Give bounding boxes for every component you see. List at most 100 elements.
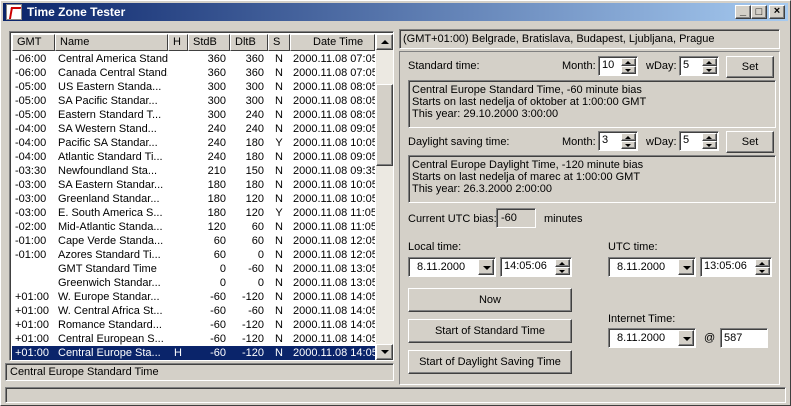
row-dltb: 0 bbox=[257, 277, 264, 289]
table-row[interactable]: -03:00 E. South America S... 180 120 Y 2000.1… bbox=[12, 206, 375, 220]
table-row[interactable]: -04:00 Atlantic Standard Ti... 240 180 N 2000… bbox=[12, 150, 375, 164]
internet-date-picker[interactable]: 8.11.2000 bbox=[608, 328, 696, 348]
timezone-list[interactable]: GMT Name H StdB DltB S Date Time -06:00 C… bbox=[9, 31, 394, 361]
now-button[interactable]: Now bbox=[408, 288, 572, 312]
spin-down-button[interactable] bbox=[702, 66, 717, 74]
utc-date-picker[interactable]: 8.11.2000 bbox=[608, 257, 696, 277]
close-button[interactable]: × bbox=[769, 5, 785, 19]
row-dltb: 120 bbox=[245, 207, 264, 219]
row-gmt: -04:00 bbox=[15, 151, 47, 163]
utc-time-value: 13:05:06 bbox=[704, 260, 747, 272]
dropdown-button[interactable] bbox=[478, 259, 494, 275]
table-row[interactable]: -05:00 Eastern Standard T... 300 240 N 2000.1… bbox=[12, 108, 375, 122]
dropdown-button[interactable] bbox=[678, 259, 694, 275]
table-row[interactable]: -06:00 Central America Stand... 360 360 N 200… bbox=[12, 52, 375, 66]
table-row[interactable]: -04:00 Pacific SA Standar... 240 180 Y 2000.1… bbox=[12, 136, 375, 150]
column-header-h[interactable]: H bbox=[168, 34, 188, 51]
column-header-datetime[interactable]: Date Time bbox=[290, 34, 375, 51]
minimize-button[interactable]: _ bbox=[735, 5, 751, 19]
table-row[interactable]: Greenwich Standar... 0 0 N 2000.11.08 13:05 bbox=[12, 276, 375, 290]
start-standard-time-button[interactable]: Start of Standard Time bbox=[408, 319, 572, 343]
column-header-stdb[interactable]: StdB bbox=[188, 34, 230, 51]
row-s: N bbox=[275, 67, 283, 79]
utc-time-spinner[interactable]: 13:05:06 bbox=[700, 257, 772, 277]
standard-month-spinner[interactable]: 10 bbox=[598, 56, 638, 76]
column-header-s[interactable]: S bbox=[268, 34, 290, 51]
internet-beats-field[interactable]: 587 bbox=[720, 328, 768, 348]
table-row[interactable]: -06:00 Canada Central Stand... 360 360 N 2000… bbox=[12, 66, 375, 80]
table-row[interactable]: -03:00 SA Eastern Standar... 180 180 N 2000.1… bbox=[12, 178, 375, 192]
spin-down-button[interactable] bbox=[621, 141, 636, 149]
standard-info-line: Starts on last nedelja of oktober at 1:0… bbox=[412, 96, 647, 108]
chevron-down-icon bbox=[483, 266, 491, 270]
row-name: Newfoundland Sta... bbox=[58, 165, 158, 177]
column-header-name[interactable]: Name bbox=[55, 34, 168, 51]
spin-up-button[interactable] bbox=[702, 58, 717, 66]
spin-up-button[interactable] bbox=[755, 259, 770, 267]
scroll-thumb[interactable] bbox=[376, 84, 393, 166]
dropdown-button[interactable] bbox=[678, 330, 694, 346]
table-row[interactable]: +01:00 W. Central Africa St... -60 -60 N 2000… bbox=[12, 304, 375, 318]
row-h bbox=[168, 136, 188, 150]
row-s: Y bbox=[275, 207, 283, 219]
table-row[interactable]: -01:00 Cape Verde Standa... 60 60 N 2000.11.0… bbox=[12, 234, 375, 248]
row-s: N bbox=[275, 151, 283, 163]
start-daylight-saving-button[interactable]: Start of Daylight Saving Time bbox=[408, 350, 572, 374]
row-name: Mid-Atlantic Standa... bbox=[58, 221, 163, 233]
main-window: Time Zone Tester _ □ × GMT Name H StdB D… bbox=[0, 0, 791, 406]
table-row[interactable]: +01:00 Romance Standard... -60 -120 N 2000.11… bbox=[12, 318, 375, 332]
row-gmt: -05:00 bbox=[15, 95, 47, 107]
column-header-gmt[interactable]: GMT bbox=[12, 34, 55, 51]
column-header-dltb[interactable]: DltB bbox=[230, 34, 268, 51]
row-h bbox=[168, 52, 188, 66]
table-row[interactable]: +01:00 Central Europe Sta... H -60 -120 N 2000… bbox=[12, 346, 375, 360]
daylight-wday-spinner[interactable]: 5 bbox=[679, 131, 719, 151]
spin-up-button[interactable] bbox=[555, 259, 570, 267]
row-h bbox=[168, 234, 188, 248]
table-row[interactable]: -01:00 Azores Standard Ti... 60 0 N 2000.11.0… bbox=[12, 248, 375, 262]
table-row[interactable]: -02:00 Mid-Atlantic Standa... 120 60 N 2000.1… bbox=[12, 220, 375, 234]
scroll-down-button[interactable] bbox=[376, 344, 393, 360]
row-stdb: -60 bbox=[210, 291, 226, 303]
arrow-up-icon bbox=[625, 136, 631, 139]
spin-down-button[interactable] bbox=[621, 66, 636, 74]
table-row[interactable]: GMT Standard Time 0 -60 N 2000.11.08 13:05 bbox=[12, 262, 375, 276]
row-h bbox=[168, 262, 188, 276]
row-name: Azores Standard Ti... bbox=[58, 249, 161, 261]
row-datetime: 2000.11.08 13:05 bbox=[293, 277, 375, 289]
table-row[interactable]: -03:30 Newfoundland Sta... 210 150 N 2000.11.… bbox=[12, 164, 375, 178]
row-s: N bbox=[275, 249, 283, 261]
spin-down-button[interactable] bbox=[755, 267, 770, 275]
maximize-button[interactable]: □ bbox=[751, 5, 767, 19]
table-row[interactable]: -05:00 SA Pacific Standar... 300 300 N 2000.1… bbox=[12, 94, 375, 108]
standard-time-label: Standard time: bbox=[408, 60, 480, 72]
row-name: Pacific SA Standar... bbox=[58, 137, 158, 149]
table-row[interactable]: -05:00 US Eastern Standa... 300 300 N 2000.11… bbox=[12, 80, 375, 94]
local-time-spinner[interactable]: 14:05:06 bbox=[500, 257, 572, 277]
list-header: GMT Name H StdB DltB S Date Time bbox=[12, 34, 375, 51]
table-row[interactable]: -04:00 SA Western Stand... 240 240 N 2000.11.… bbox=[12, 122, 375, 136]
row-name: Cape Verde Standa... bbox=[58, 235, 164, 247]
spin-down-button[interactable] bbox=[555, 267, 570, 275]
table-row[interactable]: +01:00 W. Europe Standar... -60 -120 N 2000.1… bbox=[12, 290, 375, 304]
scroll-up-button[interactable] bbox=[376, 34, 393, 50]
row-name: US Eastern Standa... bbox=[58, 81, 162, 93]
daylight-month-spinner[interactable]: 3 bbox=[598, 131, 638, 151]
local-date-picker[interactable]: 8.11.2000 bbox=[408, 257, 496, 277]
daylight-set-button[interactable]: Set bbox=[726, 131, 774, 153]
row-s: N bbox=[275, 263, 283, 275]
row-gmt: -06:00 bbox=[15, 67, 47, 79]
standard-wday-label: wDay: bbox=[646, 60, 677, 72]
table-row[interactable]: -03:00 Greenland Standar... 180 120 N 2000.11… bbox=[12, 192, 375, 206]
standard-wday-spinner[interactable]: 5 bbox=[679, 56, 719, 76]
row-name: SA Eastern Standar... bbox=[58, 179, 164, 191]
list-scrollbar[interactable] bbox=[376, 34, 393, 360]
spin-up-button[interactable] bbox=[621, 133, 636, 141]
spin-up-button[interactable] bbox=[621, 58, 636, 66]
spin-down-button[interactable] bbox=[702, 141, 717, 149]
local-time-value: 14:05:06 bbox=[504, 260, 547, 272]
table-row[interactable]: +01:00 Central European S... -60 -120 N 2000.… bbox=[12, 332, 375, 346]
minimize-icon: _ bbox=[739, 5, 747, 17]
standard-set-button[interactable]: Set bbox=[726, 56, 774, 78]
spin-up-button[interactable] bbox=[702, 133, 717, 141]
